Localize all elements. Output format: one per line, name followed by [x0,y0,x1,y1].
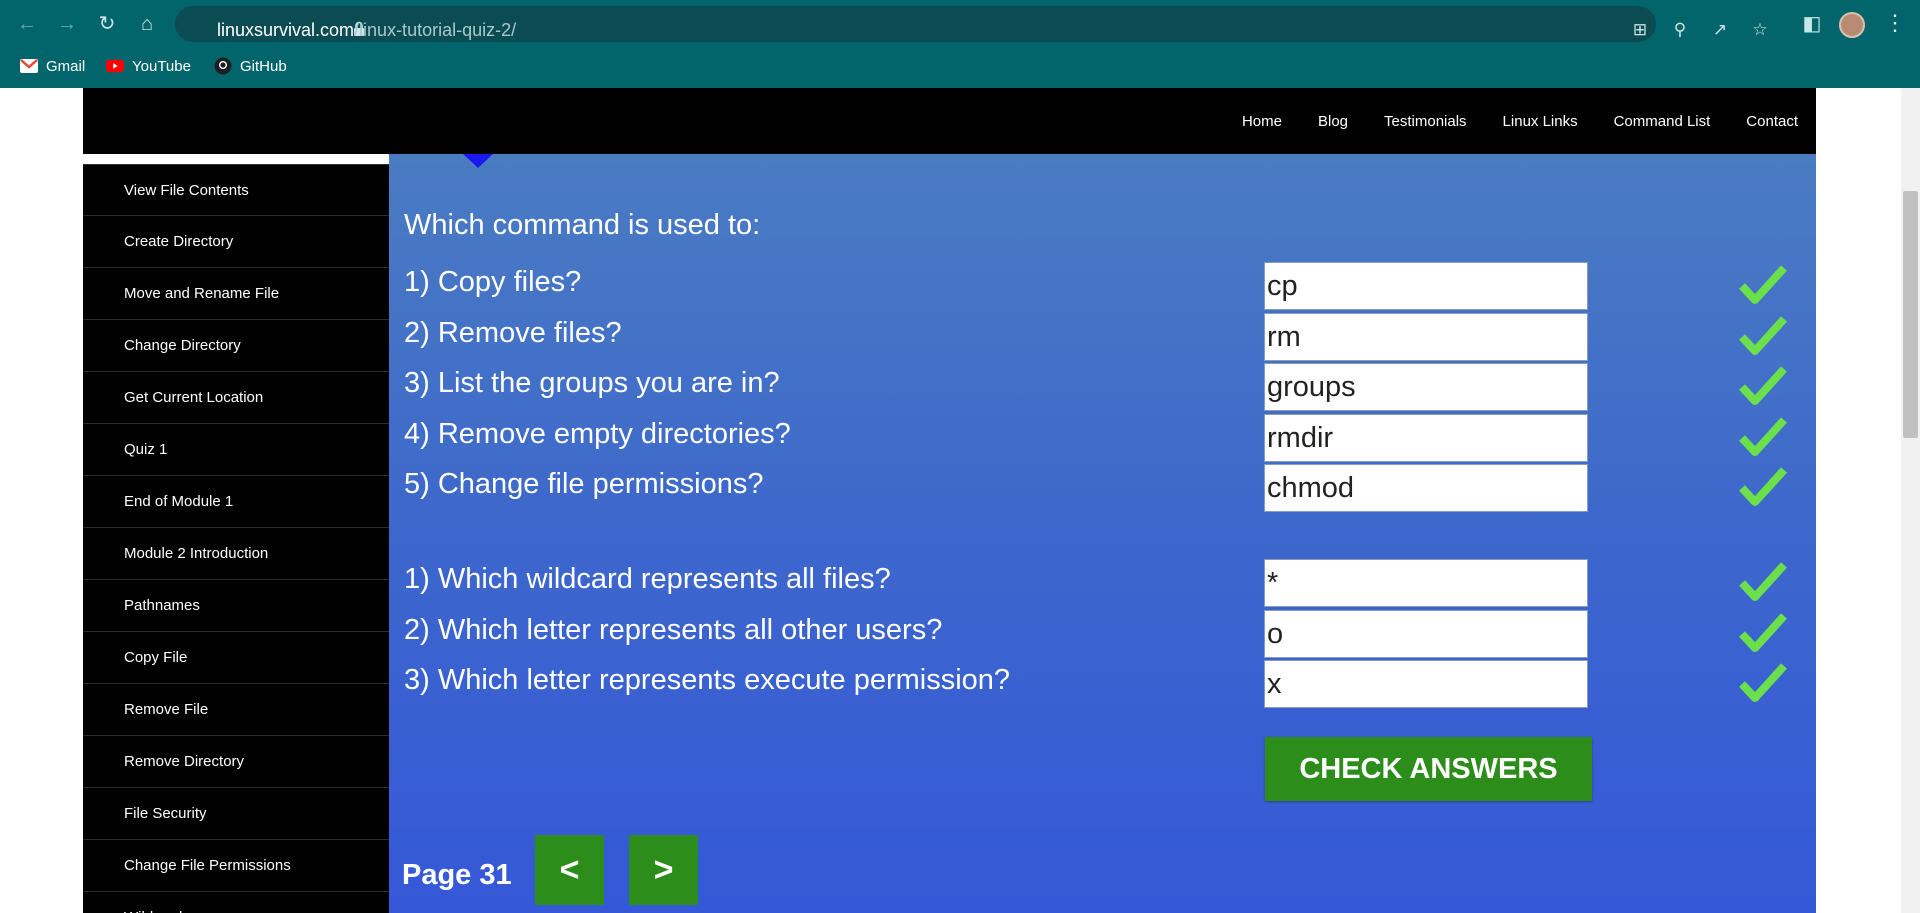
gmail-icon [20,59,38,73]
nav-blog[interactable]: Blog [1318,113,1348,130]
forward-icon[interactable]: → [55,12,79,36]
sidebar-item-get-current-location[interactable]: Get Current Location [83,372,389,424]
translate-icon[interactable]: ⊞ [1630,20,1650,40]
scrollbar-thumb[interactable] [1903,191,1918,438]
section-pointer [463,154,493,168]
sidebar-item-file-security[interactable]: File Security [83,788,389,840]
checkmark-icon [1739,316,1787,355]
question-label: 2) Remove files? [404,317,622,349]
youtube-icon [106,59,124,73]
question-label: 3) Which letter represents execute permi… [404,664,1011,696]
browser-chrome: ← → ↻ ⌂ linuxsurvival.com/linux-tutorial… [0,0,1920,88]
github-icon [214,57,232,75]
answer-input[interactable] [1264,559,1588,607]
sidepanel-icon[interactable]: ◧ [1800,12,1824,36]
checkmark-icon [1739,467,1787,506]
address-url: linuxsurvival.com/linux-tutorial-quiz-2/ [217,20,516,41]
bookmark-gmail[interactable]: Gmail [20,54,85,78]
browser-toolbar: ← → ↻ ⌂ linuxsurvival.com/linux-tutorial… [0,0,1920,48]
answer-input[interactable] [1264,414,1588,462]
share-icon[interactable]: ↗ [1710,20,1730,40]
bookmark-youtube[interactable]: YouTube [106,54,191,78]
page-number: Page 31 [402,859,512,891]
reload-icon[interactable]: ↻ [95,12,119,36]
checkmark-icon [1739,562,1787,601]
bookmark-label: Gmail [46,57,86,75]
sidebar-item-change-directory[interactable]: Change Directory [83,320,389,372]
top-navigation: Home Blog Testimonials Linux Links Comma… [1242,88,1798,154]
sidebar-item-view-file-contents[interactable]: View File Contents [83,164,389,216]
nav-linux-links[interactable]: Linux Links [1503,113,1578,130]
address-bar[interactable]: linuxsurvival.com/linux-tutorial-quiz-2/… [175,6,1768,42]
nav-command-list[interactable]: Command List [1614,113,1711,130]
answer-input[interactable] [1264,313,1588,361]
question-label: 3) List the groups you are in? [404,367,780,399]
question-label: 4) Remove empty directories? [404,418,791,450]
question-label: 1) Which wildcard represents all files? [404,563,891,595]
quiz-heading: Which command is used to: [404,209,761,241]
bookmarks-bar: Gmail YouTube GitHub [0,52,1920,78]
sidebar-item-end-of-module-1[interactable]: End of Module 1 [83,476,389,528]
bookmark-github[interactable]: GitHub [214,54,287,78]
sidebar-item-remove-file[interactable]: Remove File [83,684,389,736]
answer-input[interactable] [1264,363,1588,411]
zoom-icon[interactable]: ⚲ [1670,20,1690,40]
sidebar-item-move-and-rename-file[interactable]: Move and Rename File [83,268,389,320]
question-label: 1) Copy files? [404,266,582,298]
bookmark-label: YouTube [132,57,191,75]
sidebar-item-copy-file[interactable]: Copy File [83,632,389,684]
sidebar-item-module-2-introduction[interactable]: Module 2 Introduction [83,528,389,580]
url-path: /linux-tutorial-quiz-2/ [354,20,517,40]
checkmark-icon [1739,613,1787,652]
question-label: 5) Change file permissions? [404,468,764,500]
sidebar-item-change-file-permissions[interactable]: Change File Permissions [83,840,389,892]
checkmark-icon [1739,663,1787,702]
site-header: Home Blog Testimonials Linux Links Comma… [83,88,1816,154]
sidebar-item-create-directory[interactable]: Create Directory [83,216,389,268]
prev-page-button[interactable]: < [535,835,604,905]
sidebar-item-wildcards[interactable]: Wildcards [83,892,389,913]
nav-contact[interactable]: Contact [1746,113,1798,130]
bookmark-label: GitHub [240,57,287,75]
url-domain: linuxsurvival.com [217,20,355,40]
checkmark-icon [1739,366,1787,405]
answer-input[interactable] [1264,660,1588,708]
sidebar-item-quiz-1[interactable]: Quiz 1 [83,424,389,476]
web-page: Home Blog Testimonials Linux Links Comma… [0,88,1920,913]
profile-avatar[interactable] [1839,12,1865,38]
back-icon[interactable]: ← [15,12,39,36]
sidebar-item-pathnames[interactable]: Pathnames [83,580,389,632]
nav-testimonials[interactable]: Testimonials [1384,113,1467,130]
lesson-sidebar: View File Contents Create Directory Move… [83,164,389,913]
checkmark-icon [1739,265,1787,304]
next-page-button[interactable]: > [629,835,698,905]
question-label: 2) Which letter represents all other use… [404,614,943,646]
answer-input[interactable] [1264,464,1588,512]
answer-input[interactable] [1264,262,1588,310]
nav-home[interactable]: Home [1242,113,1282,130]
checkmark-icon [1739,417,1787,456]
home-icon[interactable]: ⌂ [135,12,159,36]
answer-input[interactable] [1264,610,1588,658]
star-icon[interactable]: ☆ [1750,20,1770,40]
sidebar-item-remove-directory[interactable]: Remove Directory [83,736,389,788]
check-answers-button[interactable]: CHECK ANSWERS [1265,737,1592,801]
quiz-panel: Which command is used to: 1) Copy files?… [389,154,1816,913]
menu-icon[interactable]: ⋮ [1884,10,1906,36]
